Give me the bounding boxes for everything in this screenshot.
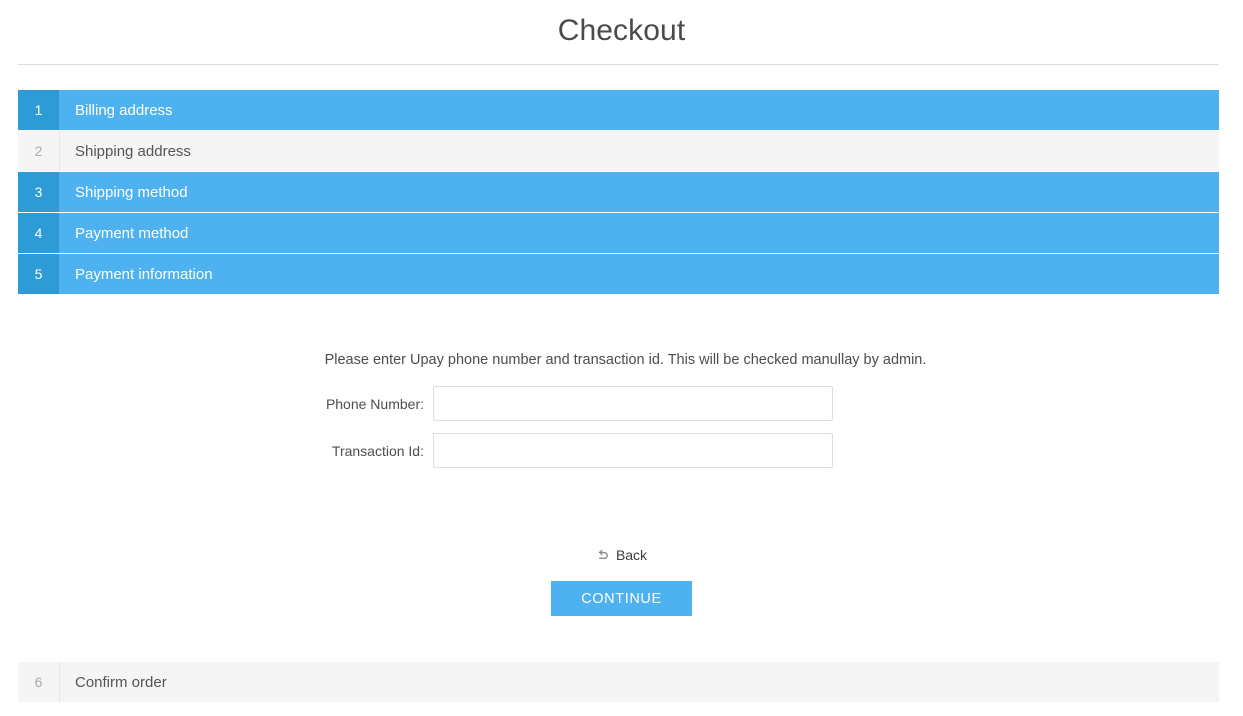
- back-link[interactable]: Back: [596, 547, 647, 563]
- continue-button[interactable]: CONTINUE: [551, 581, 692, 616]
- step-number: 4: [18, 213, 59, 253]
- step-label: Shipping address: [59, 131, 1219, 171]
- step-number: 1: [18, 90, 59, 130]
- step-number: 6: [18, 662, 59, 702]
- checkout-steps-bottom: 6 Confirm order: [18, 662, 1219, 702]
- checkout-step-shipping-address[interactable]: 2 Shipping address: [18, 131, 1219, 171]
- page-title: Checkout: [557, 14, 686, 47]
- checkout-step-payment-information[interactable]: 5 Payment information: [18, 254, 1219, 294]
- checkout-step-confirm-order[interactable]: 6 Confirm order: [18, 662, 1219, 702]
- step-number: 3: [18, 172, 59, 212]
- phone-number-row: Phone Number:: [0, 386, 1243, 421]
- transaction-id-label: Transaction Id:: [331, 442, 424, 459]
- step-number: 5: [18, 254, 59, 294]
- step-number: 2: [18, 131, 59, 171]
- checkout-step-billing-address[interactable]: 1 Billing address: [18, 90, 1219, 130]
- payment-information-panel: Please enter Upay phone number and trans…: [0, 295, 1243, 616]
- step-label: Billing address: [59, 90, 1219, 130]
- payment-instruction-text: Please enter Upay phone number and trans…: [324, 352, 927, 368]
- page-header: Checkout: [0, 0, 1243, 65]
- step-label: Confirm order: [59, 662, 1219, 702]
- header-divider: [18, 64, 1219, 65]
- step-label: Shipping method: [59, 172, 1219, 212]
- checkout-step-payment-method[interactable]: 4 Payment method: [18, 213, 1219, 253]
- checkout-steps-top: 1 Billing address 2 Shipping address 3 S…: [18, 90, 1219, 294]
- phone-number-label: Phone Number:: [325, 395, 424, 412]
- checkout-step-shipping-method[interactable]: 3 Shipping method: [18, 172, 1219, 212]
- transaction-id-row: Transaction Id:: [0, 433, 1243, 468]
- undo-arrow-icon: [596, 548, 610, 562]
- step-label: Payment method: [59, 213, 1219, 253]
- panel-actions: Back CONTINUE: [0, 480, 1243, 616]
- back-label: Back: [615, 547, 648, 563]
- step-label: Payment information: [59, 254, 1219, 294]
- transaction-id-input[interactable]: [433, 433, 833, 468]
- phone-number-input[interactable]: [433, 386, 833, 421]
